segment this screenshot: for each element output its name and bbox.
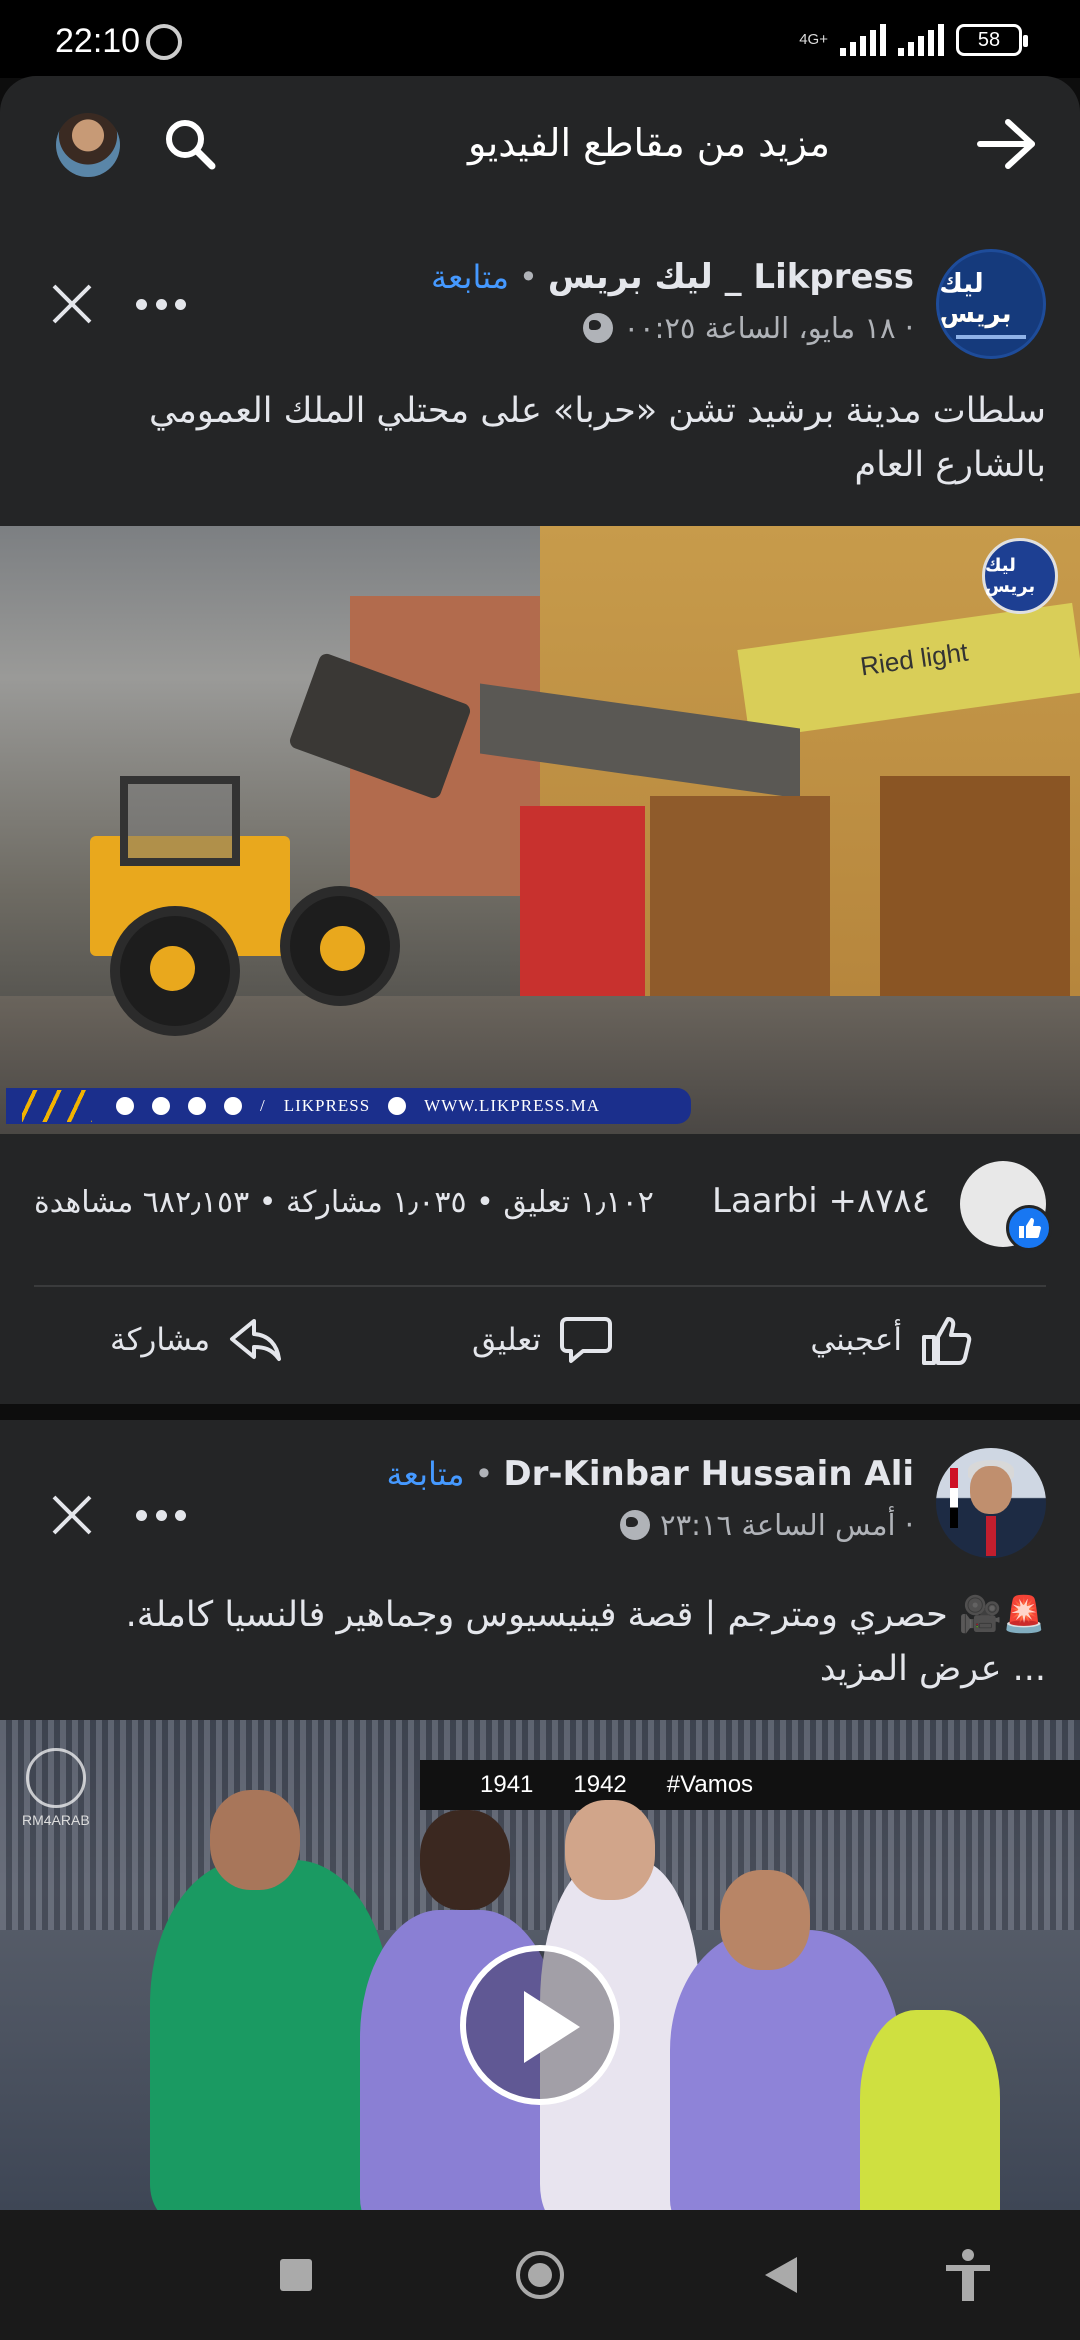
- board-text-1: 1941: [480, 1771, 534, 1798]
- page-name[interactable]: ليك بريس _ Likpress: [548, 257, 914, 297]
- comment-button[interactable]: تعليق: [472, 1311, 615, 1369]
- accessibility-icon[interactable]: [938, 2245, 998, 2305]
- like-button[interactable]: أعجبني: [810, 1311, 976, 1369]
- scene-head: [565, 1800, 655, 1900]
- video-post: ليك بريس ليك بريس _ Likpress • متابعة ١٨…: [0, 221, 1080, 1404]
- post-author-line-2: Dr-Kinbar Hussain Ali • متابعة: [386, 1454, 914, 1494]
- status-time: 22:10: [55, 22, 141, 60]
- banner-url: WWW.LIKPRESS.MA: [424, 1096, 601, 1115]
- scene-player: [150, 1860, 390, 2210]
- page-logo-text: ليك بريس: [939, 269, 1043, 329]
- battery-icon: 58: [956, 24, 1028, 56]
- facebook-icon: [116, 1097, 134, 1115]
- share-label: مشاركة: [110, 1322, 211, 1358]
- web-globe-icon: [388, 1097, 407, 1115]
- post-stats: Laarbi +٨٧٨٤ ١٫١٠٢ تعليق • ١٫٠٣٥ مشاركة …: [34, 1161, 1052, 1251]
- divider: [34, 1285, 1046, 1287]
- system-nav-bar: [0, 2210, 1080, 2340]
- post-date: ١٨ مايو، الساعة ٠٠:٢٥ ·: [623, 311, 914, 345]
- signal-icon: [840, 24, 886, 56]
- channel-logo-text: RM4ARAB: [22, 1812, 90, 1828]
- close-icon-2[interactable]: [50, 1493, 94, 1537]
- back-button[interactable]: [755, 2245, 815, 2305]
- follow-button[interactable]: متابعة: [431, 258, 509, 296]
- globe-icon: [583, 313, 614, 343]
- video-banner: / LIKPRESS WWW.LIKPRESS.MA: [6, 1088, 691, 1124]
- youtube-icon: [188, 1097, 206, 1115]
- scene-scoreboard: 1941 1942 #Vamos: [420, 1760, 1080, 1810]
- status-bar: 22:10 4G+ 58: [0, 0, 1080, 78]
- like-label: أعجبني: [810, 1322, 902, 1358]
- separator-dot-2: •: [474, 1455, 494, 1493]
- post-date-2: أمس الساعة ٢٣:١٦ ·: [660, 1508, 914, 1542]
- share-icon: [230, 1319, 282, 1361]
- logo-underline: [956, 335, 1026, 339]
- scene-head: [210, 1790, 300, 1890]
- scene-shutter: [650, 796, 830, 1026]
- scene-head: [720, 1870, 810, 1970]
- close-icon[interactable]: [50, 282, 94, 326]
- scene-bulldozer: [50, 651, 473, 1036]
- network-type: 4G+: [799, 31, 828, 48]
- board-text-3: #Vamos: [666, 1771, 754, 1798]
- more-options-icon-2[interactable]: [136, 1505, 186, 1525]
- video-post-2: Dr-Kinbar Hussain Ali • متابعة أمس الساع…: [0, 1420, 1080, 1720]
- board-text-2: 1942: [573, 1771, 627, 1798]
- comment-label: تعليق: [471, 1322, 541, 1358]
- page-title: مزيد من مقاطع الفيديو: [468, 121, 830, 165]
- globe-icon-2: [620, 1510, 651, 1540]
- reactions-summary[interactable]: Laarbi +٨٧٨٤: [712, 1181, 930, 1221]
- status-indicators: 4G+ 58: [799, 24, 1028, 56]
- home-button[interactable]: [510, 2245, 570, 2305]
- twitter-icon: [224, 1097, 242, 1115]
- separator-dot: •: [518, 258, 538, 296]
- post-caption: سلطات مدينة برشيد تشن «حربا» على محتلي ا…: [148, 391, 1046, 485]
- scene-shutter-red: [520, 806, 645, 1006]
- post-meta: ١٨ مايو، الساعة ٠٠:٢٥ ·: [583, 311, 914, 345]
- post-caption-2: 🚨🎥 حصري ومترجم | قصة فينيسيوس وجماهير فا…: [40, 1588, 1046, 1696]
- search-icon[interactable]: [160, 114, 220, 174]
- scene-stands: [0, 1720, 1080, 1930]
- signal-icon-2: [898, 24, 944, 56]
- back-arrow-icon[interactable]: [976, 116, 1038, 172]
- like-reaction-icon: [1006, 1205, 1052, 1251]
- banner-brand: LIKPRESS: [283, 1096, 371, 1115]
- recents-button[interactable]: [266, 2245, 326, 2305]
- battery-level: 58: [977, 28, 1001, 51]
- video-player-2[interactable]: 1941 1942 #Vamos RM4ARAB: [0, 1720, 1080, 2210]
- banner-slash: /: [260, 1096, 266, 1115]
- share-button[interactable]: مشاركة: [110, 1311, 284, 1369]
- page-avatar-2[interactable]: [936, 1448, 1046, 1558]
- comment-icon: [560, 1317, 612, 1363]
- post-meta-2: أمس الساعة ٢٣:١٦ ·: [620, 1508, 914, 1542]
- video-watermark: ليك بريس: [982, 538, 1058, 614]
- video-header: مزيد من مقاطع الفيديو: [0, 76, 1080, 221]
- alarm-icon: [146, 24, 182, 60]
- post-actions: أعجبني تعليق مشاركة: [0, 1311, 1080, 1391]
- flag-image: [950, 1468, 958, 1528]
- scene-head: [420, 1810, 510, 1910]
- channel-logo: [26, 1748, 86, 1808]
- page-name-2[interactable]: Dr-Kinbar Hussain Ali: [503, 1454, 914, 1494]
- caption-line: 🚨🎥 حصري ومترجم | قصة فينيسيوس وجماهير فا…: [125, 1595, 1046, 1635]
- scene-player: [860, 2010, 1000, 2210]
- follow-button-2[interactable]: متابعة: [386, 1455, 464, 1493]
- page-avatar[interactable]: ليك بريس: [936, 249, 1046, 359]
- banner-stripes: [22, 1090, 92, 1122]
- play-icon[interactable]: [460, 1945, 620, 2105]
- engagement-counts[interactable]: ١٫١٠٢ تعليق • ١٫٠٣٥ مشاركة • ٦٨٢٫١٥٣ مشا…: [34, 1185, 654, 1220]
- thumbs-up-icon: [922, 1317, 972, 1365]
- video-player[interactable]: Ried light ليك بريس / LIKPRESS WWW.LIKPR…: [0, 526, 1080, 1134]
- profile-avatar[interactable]: [56, 113, 120, 177]
- instagram-icon: [152, 1097, 170, 1115]
- see-more-link[interactable]: ... عرض المزيد: [40, 1642, 1046, 1696]
- more-options-icon[interactable]: [136, 294, 186, 314]
- post-author-line: ليك بريس _ Likpress • متابعة: [431, 257, 914, 297]
